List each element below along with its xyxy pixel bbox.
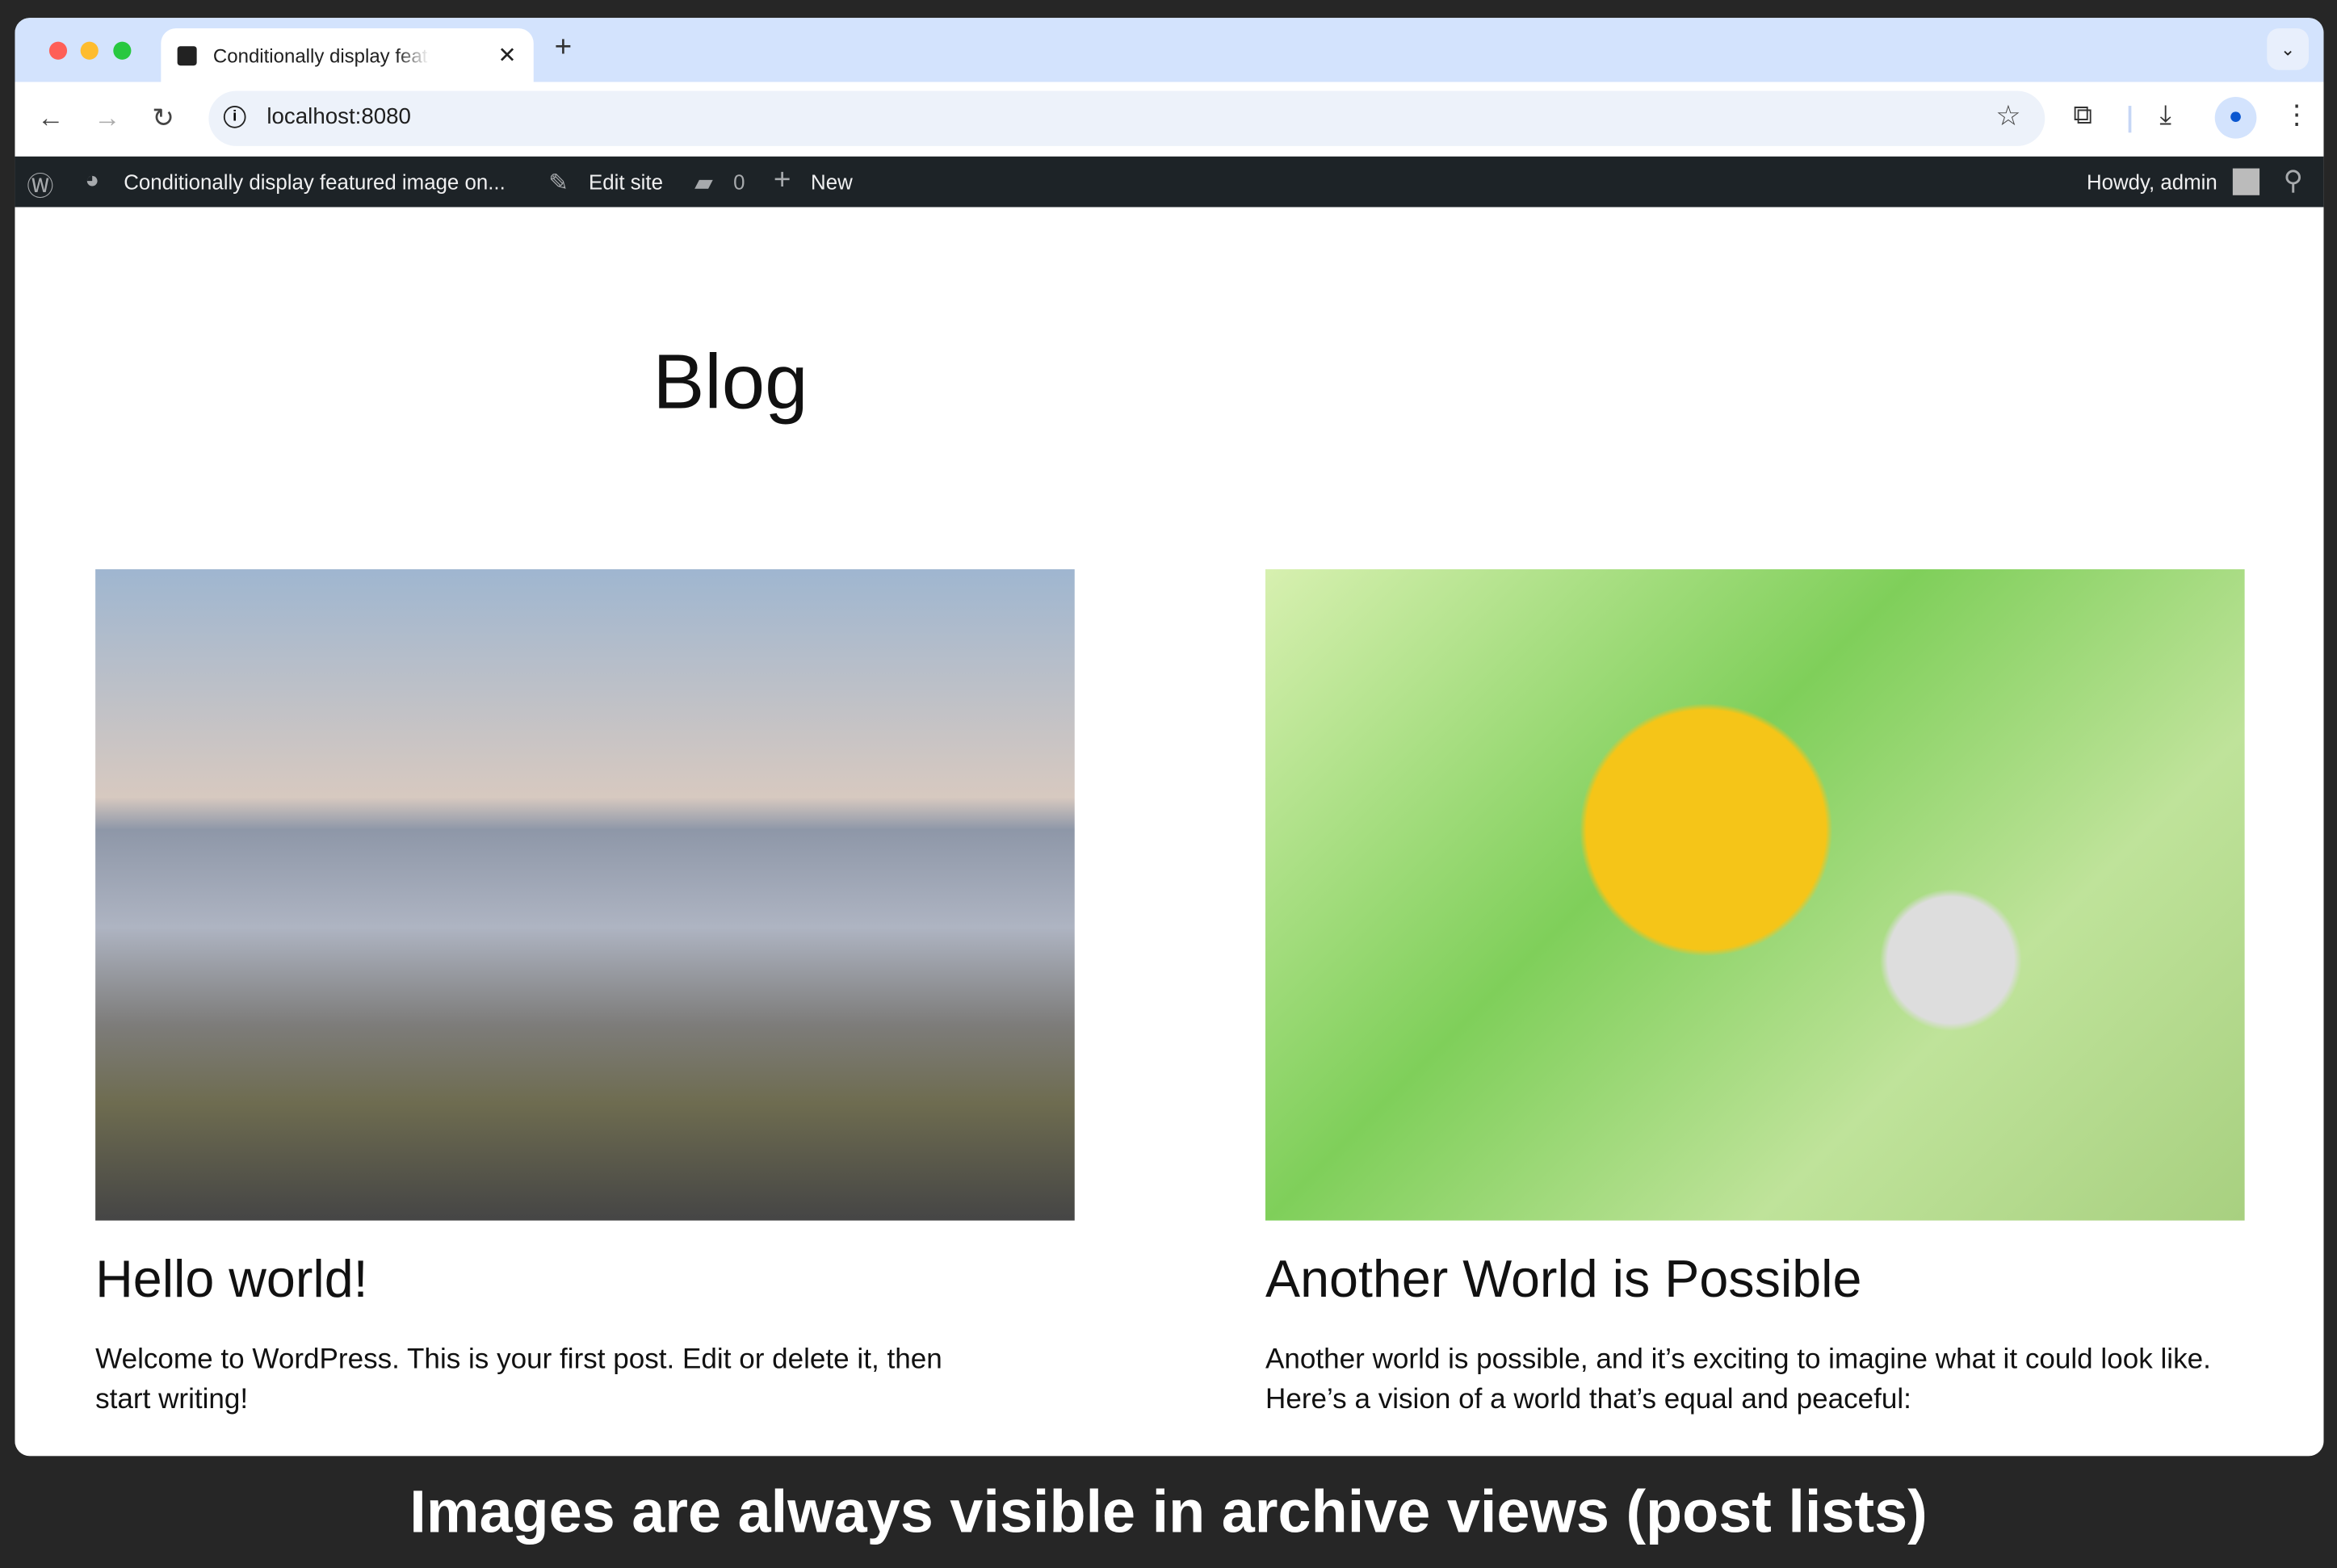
plus-icon: + <box>773 164 791 197</box>
forward-icon[interactable]: → <box>94 103 120 134</box>
featured-image-cartoon-bicycle[interactable] <box>1265 569 2245 1221</box>
info-icon[interactable]: i <box>223 106 246 128</box>
menu-icon[interactable]: ⋮ <box>2284 100 2310 132</box>
maximize-window-button[interactable] <box>113 41 132 60</box>
toolbar: ← → ↻ i localhost:8080 ☆ ⧉ ⤓ ● ⋮ <box>15 82 2324 157</box>
avatar[interactable] <box>2232 168 2260 195</box>
caption: Images are always visible in archive vie… <box>409 1479 1928 1545</box>
browser-window: Conditionally display featured image on.… <box>15 18 2324 1457</box>
post-excerpt: Welcome to WordPress. This is your first… <box>95 1344 942 1416</box>
wp-admin-bar: Ⓦ ◕ Conditionally display featured image… <box>15 156 2324 208</box>
brush-icon: ✎ <box>548 171 569 197</box>
tab-bar: Conditionally display featured image on.… <box>15 18 2324 82</box>
page-content: Blog Hello world! Another World is Possi… <box>15 207 2324 1457</box>
howdy-account-link[interactable]: Howdy, admin <box>2087 170 2217 194</box>
reload-icon[interactable]: ↻ <box>152 103 174 134</box>
post-excerpt: Another world is possible, and it’s exci… <box>1265 1344 2211 1416</box>
featured-image-lake-village[interactable] <box>95 569 1075 1221</box>
dashboard-icon: ◕ <box>85 168 100 194</box>
extensions-icon[interactable]: ⧉ <box>2073 100 2092 132</box>
divider <box>2128 106 2132 133</box>
address-bar[interactable]: i localhost:8080 ☆ <box>208 90 2045 146</box>
plus-icon[interactable]: + <box>555 31 573 65</box>
favicon-icon <box>177 46 197 66</box>
download-icon[interactable]: ⤓ <box>2159 100 2171 132</box>
close-icon[interactable]: ✕ <box>497 42 516 69</box>
site-name-link[interactable]: Conditionally display featured image on.… <box>124 170 506 194</box>
minimize-window-button[interactable] <box>80 41 99 60</box>
search-icon[interactable]: ⚲ <box>2284 166 2303 197</box>
wordpress-logo-icon[interactable]: Ⓦ <box>27 166 53 204</box>
chevron-down-icon[interactable]: ⌄ <box>2267 28 2309 70</box>
post-title[interactable]: Hello world! <box>95 1251 368 1310</box>
back-icon[interactable]: ← <box>37 103 64 134</box>
tab-title: Conditionally display featured image on.… <box>212 44 430 68</box>
post-title[interactable]: Another World is Possible <box>1265 1251 1861 1310</box>
new-content-link[interactable]: New <box>811 170 853 194</box>
comments-count[interactable]: 0 <box>733 170 745 194</box>
close-window-button[interactable] <box>48 41 68 60</box>
star-icon[interactable]: ☆ <box>1995 100 2020 134</box>
edit-site-link[interactable]: Edit site <box>589 170 663 194</box>
url-text[interactable]: localhost:8080 <box>266 104 411 129</box>
browser-tab[interactable]: Conditionally display featured image on.… <box>161 28 534 82</box>
page-title: Blog <box>652 339 808 426</box>
comment-icon: ▰ <box>694 171 713 197</box>
screen: Conditionally display featured image on.… <box>0 0 2337 1568</box>
profile-icon[interactable]: ● <box>2214 96 2257 139</box>
